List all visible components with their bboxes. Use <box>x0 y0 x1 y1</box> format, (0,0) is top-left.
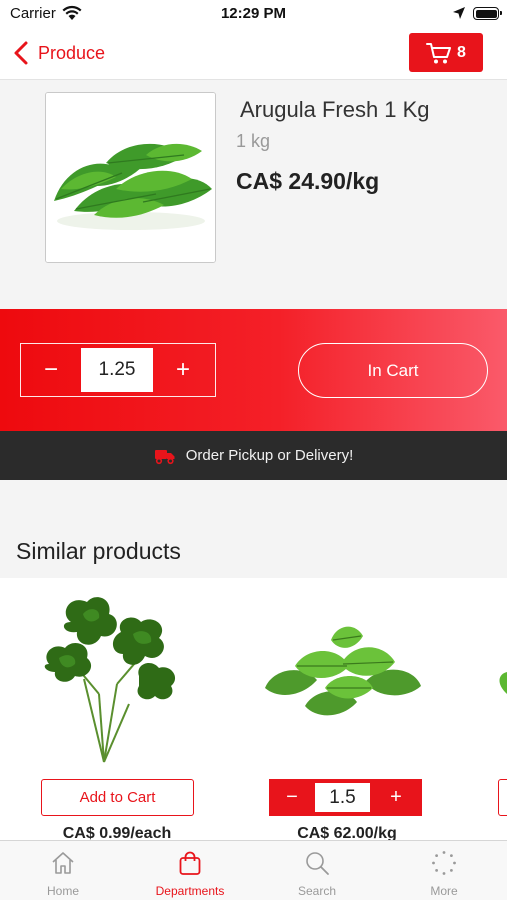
quantity-value[interactable]: 1.25 <box>81 348 153 392</box>
cart-count-badge: 8 <box>457 43 466 61</box>
similar-product-card[interactable] <box>492 578 507 840</box>
quantity-value[interactable]: 1.5 <box>315 783 370 812</box>
tab-bar: Home Departments Search More <box>0 840 507 900</box>
arugula-image <box>46 93 215 262</box>
status-bar: Carrier 12:29 PM <box>0 0 507 28</box>
in-cart-button[interactable]: In Cart <box>298 343 488 398</box>
parsley-image <box>44 597 176 763</box>
order-pickup-banner[interactable]: Order Pickup or Delivery! <box>0 431 507 480</box>
similar-product-card[interactable]: − 1.5 + CA$ 62.00/kg <box>265 578 449 840</box>
basil-image <box>265 626 421 716</box>
order-banner-label: Order Pickup or Delivery! <box>185 447 354 464</box>
tab-label: Search <box>297 884 337 898</box>
tab-label: Departments <box>155 884 225 898</box>
decrement-button[interactable]: − <box>21 344 81 396</box>
back-label: Produce <box>38 42 106 63</box>
quantity-stepper: − 1.5 + <box>269 779 422 816</box>
chevron-left-icon <box>14 41 28 65</box>
product-image <box>45 92 216 263</box>
home-icon <box>52 852 74 874</box>
increment-button[interactable]: + <box>153 344 213 396</box>
add-to-cart-button[interactable]: Add to Cart <box>41 779 194 816</box>
cart-button[interactable]: 8 <box>409 33 483 72</box>
similar-product-price: CA$ 0.99/each <box>62 825 172 840</box>
add-to-cart-button-partial[interactable] <box>498 779 507 816</box>
battery-icon <box>473 7 502 20</box>
decrement-button[interactable]: − <box>269 779 315 816</box>
product-title: Arugula Fresh 1 Kg <box>240 97 430 122</box>
clock: 12:29 PM <box>220 5 287 22</box>
similar-products-list[interactable]: Add to Cart CA$ 0.99/each − 1.5 + CA$ 62… <box>0 578 507 840</box>
add-to-cart-panel: − 1.25 + In Cart <box>0 309 507 431</box>
tab-home[interactable]: Home <box>0 841 126 900</box>
product-unit: 1 kg <box>236 131 271 151</box>
similar-product-card[interactable]: Add to Cart CA$ 0.99/each <box>29 578 209 840</box>
tab-label: More <box>430 884 458 898</box>
tab-search[interactable]: Search <box>254 841 380 900</box>
location-arrow-icon <box>453 7 465 19</box>
product-price: CA$ 24.90/kg <box>236 168 380 194</box>
more-icon <box>432 851 456 875</box>
increment-button[interactable]: + <box>370 779 422 816</box>
search-icon <box>306 852 329 875</box>
similar-products-heading: Similar products <box>16 538 181 564</box>
back-button[interactable]: Produce <box>12 38 105 68</box>
shopping-bag-icon <box>179 851 201 875</box>
navigation-bar: Produce 8 <box>0 28 507 80</box>
cart-icon <box>426 42 452 63</box>
similar-product-price: CA$ 62.00/kg <box>297 825 397 840</box>
product-image-partial <box>499 672 507 694</box>
delivery-truck-icon <box>154 449 175 464</box>
tab-more[interactable]: More <box>381 841 507 900</box>
quantity-stepper: − 1.25 + <box>20 343 216 397</box>
tab-departments[interactable]: Departments <box>127 841 253 900</box>
tab-label: Home <box>46 884 79 898</box>
